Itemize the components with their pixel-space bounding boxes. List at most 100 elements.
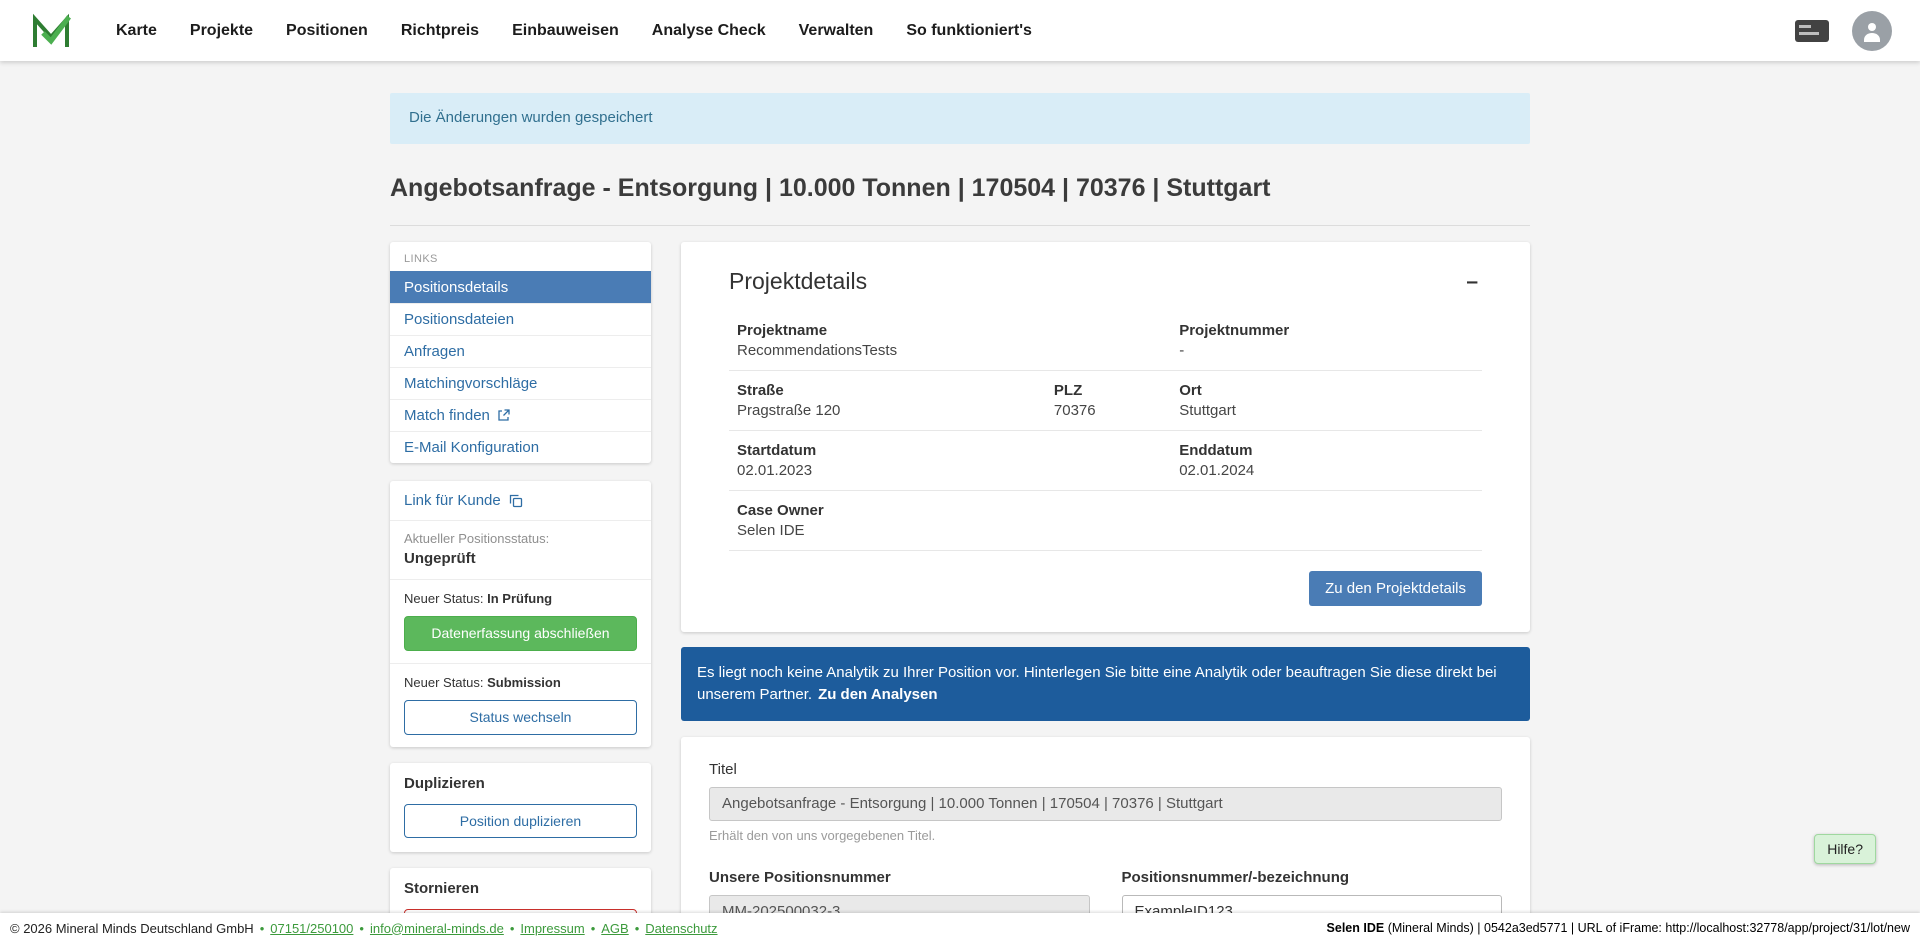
duplicate-position-button[interactable]: Position duplizieren xyxy=(404,804,637,839)
switch-status-button[interactable]: Status wechseln xyxy=(404,700,637,735)
field-projektnummer: Projektnummer - xyxy=(1179,322,1474,359)
sidebar-item-matchingvorschlaege[interactable]: Matchingvorschläge xyxy=(390,367,651,399)
field-value: Pragstraße 120 xyxy=(737,402,1054,419)
sidebar-item-match-finden[interactable]: Match finden xyxy=(390,399,651,431)
collapse-button[interactable]: – xyxy=(1462,271,1482,292)
card-icon-graphic xyxy=(1794,19,1830,43)
sidebar-item-label: Positionsdetails xyxy=(404,279,508,296)
analytics-link[interactable]: Zu den Analysen xyxy=(818,686,937,703)
nav-item-positionen[interactable]: Positionen xyxy=(286,22,368,40)
links-header: LINKS xyxy=(390,242,651,271)
project-details-row: Startdatum 02.01.2023 Enddatum 02.01.202… xyxy=(729,431,1482,491)
header-actions xyxy=(1794,11,1892,51)
sidebar-item-label: Anfragen xyxy=(404,343,465,360)
mineral-minds-logo[interactable] xyxy=(30,10,72,52)
field-label: Ort xyxy=(1179,382,1474,399)
field-value: Selen IDE xyxy=(737,522,1474,539)
field-label: PLZ xyxy=(1054,382,1179,399)
customer-link-label: Link für Kunde xyxy=(404,492,501,509)
next-status-line-submission: Neuer Status: Submission xyxy=(390,664,651,697)
sidebar-item-positionsdetails[interactable]: Positionsdetails xyxy=(390,271,651,303)
nav-item-verwalten[interactable]: Verwalten xyxy=(799,22,874,40)
field-value: Stuttgart xyxy=(1179,402,1474,419)
person-icon xyxy=(1860,19,1884,43)
footer-separator: • xyxy=(591,921,596,936)
project-details-title: Projektdetails xyxy=(729,268,867,295)
current-status-block: Aktueller Positionsstatus: Ungeprüft xyxy=(390,521,651,580)
duplicate-title: Duplizieren xyxy=(390,775,651,801)
main-nav: Karte Projekte Positionen Richtpreis Ein… xyxy=(116,22,1032,40)
field-value: - xyxy=(1179,342,1474,359)
footer-separator: • xyxy=(510,921,515,936)
next-status-section-submission: Neuer Status: Submission Status wechseln xyxy=(390,664,651,747)
sidebar-item-label: Match finden xyxy=(404,407,490,424)
footer-link-phone[interactable]: 07151/250100 xyxy=(270,921,353,936)
nav-item-karte[interactable]: Karte xyxy=(116,22,157,40)
field-label: Enddatum xyxy=(1179,442,1474,459)
footer-link-agb[interactable]: AGB xyxy=(601,921,628,936)
sidebar-item-label: Positionsdateien xyxy=(404,311,514,328)
sidebar: LINKS Positionsdetails Positionsdateien … xyxy=(390,242,651,943)
project-details-link-button[interactable]: Zu den Projektdetails xyxy=(1309,571,1482,606)
finish-data-entry-button[interactable]: Datenerfassung abschließen xyxy=(404,616,637,651)
sidebar-item-anfragen[interactable]: Anfragen xyxy=(390,335,651,367)
next-status-section-review: Neuer Status: In Prüfung Datenerfassung … xyxy=(390,580,651,664)
field-label: Straße xyxy=(737,382,1054,399)
footer-left: © 2026 Mineral Minds Deutschland GmbH • … xyxy=(10,921,718,936)
main-column: Projektdetails – Projektname Recommendat… xyxy=(681,242,1530,943)
footer-user-info: Selen IDE (Mineral Minds) | 0542a3ed5771… xyxy=(1327,921,1910,935)
footer-separator: • xyxy=(635,921,640,936)
project-details-row: Case Owner Selen IDE xyxy=(729,491,1482,551)
field-value: 70376 xyxy=(1054,402,1179,419)
external-link-icon xyxy=(497,409,510,422)
nav-item-einbauweisen[interactable]: Einbauweisen xyxy=(512,22,619,40)
sidebar-item-email-konfiguration[interactable]: E-Mail Konfiguration xyxy=(390,431,651,463)
field-enddatum: Enddatum 02.01.2024 xyxy=(1179,442,1474,479)
field-label: Startdatum xyxy=(737,442,1179,459)
page-title: Angebotsanfrage - Entsorgung | 10.000 To… xyxy=(390,174,1530,226)
footer-user-details: (Mineral Minds) | 0542a3ed5771 | URL of … xyxy=(1384,921,1910,935)
cancel-title: Stornieren xyxy=(390,880,651,906)
position-number-label: Positionsnummer/-bezeichnung xyxy=(1122,869,1503,886)
project-details-row: Projektname RecommendationsTests Projekt… xyxy=(729,311,1482,371)
nav-item-analyse-check[interactable]: Analyse Check xyxy=(652,22,766,40)
field-label: Projektnummer xyxy=(1179,322,1474,339)
card-icon[interactable] xyxy=(1794,19,1830,43)
customer-link[interactable]: Link für Kunde xyxy=(390,481,651,521)
footer-link-datenschutz[interactable]: Datenschutz xyxy=(645,921,717,936)
next-status-value: In Prüfung xyxy=(487,591,552,606)
nav-item-so-funktionierts[interactable]: So funktioniert's xyxy=(906,22,1032,40)
field-value: 02.01.2024 xyxy=(1179,462,1474,479)
next-status-prefix: Neuer Status: xyxy=(404,591,484,606)
title-label: Titel xyxy=(709,761,1502,778)
success-alert: Die Änderungen wurden gespeichert xyxy=(390,93,1530,144)
field-projektname: Projektname RecommendationsTests xyxy=(737,322,1179,359)
our-number-label: Unsere Positionsnummer xyxy=(709,869,1090,886)
project-details-row: Straße Pragstraße 120 PLZ 70376 Ort Stut… xyxy=(729,371,1482,431)
field-startdatum: Startdatum 02.01.2023 xyxy=(737,442,1179,479)
sidebar-item-positionsdateien[interactable]: Positionsdateien xyxy=(390,303,651,335)
user-avatar[interactable] xyxy=(1852,11,1892,51)
project-details-actions: Zu den Projektdetails xyxy=(729,551,1482,610)
sidebar-item-label: Matchingvorschläge xyxy=(404,375,537,392)
next-status-value: Submission xyxy=(487,675,561,690)
logo-icon xyxy=(30,10,72,52)
field-value: 02.01.2023 xyxy=(737,462,1179,479)
field-value: RecommendationsTests xyxy=(737,342,1179,359)
nav-item-richtpreis[interactable]: Richtpreis xyxy=(401,22,479,40)
nav-item-projekte[interactable]: Projekte xyxy=(190,22,253,40)
position-status-card: Link für Kunde Aktueller Positionsstatus… xyxy=(390,481,651,747)
footer-link-email[interactable]: info@mineral-minds.de xyxy=(370,921,504,936)
footer-separator: • xyxy=(260,921,265,936)
footer-separator: • xyxy=(359,921,364,936)
field-ort: Ort Stuttgart xyxy=(1179,382,1474,419)
footer-link-impressum[interactable]: Impressum xyxy=(520,921,584,936)
analytics-banner: Es liegt noch keine Analytik zu Ihrer Po… xyxy=(681,647,1530,721)
project-details-header: Projektdetails – xyxy=(729,268,1482,295)
help-button[interactable]: Hilfe? xyxy=(1814,834,1876,864)
main-content: Die Änderungen wurden gespeichert Angebo… xyxy=(390,93,1530,943)
copy-icon xyxy=(509,494,523,508)
field-label: Projektname xyxy=(737,322,1179,339)
sidebar-links-card: LINKS Positionsdetails Positionsdateien … xyxy=(390,242,651,463)
field-plz: PLZ 70376 xyxy=(1054,382,1179,419)
